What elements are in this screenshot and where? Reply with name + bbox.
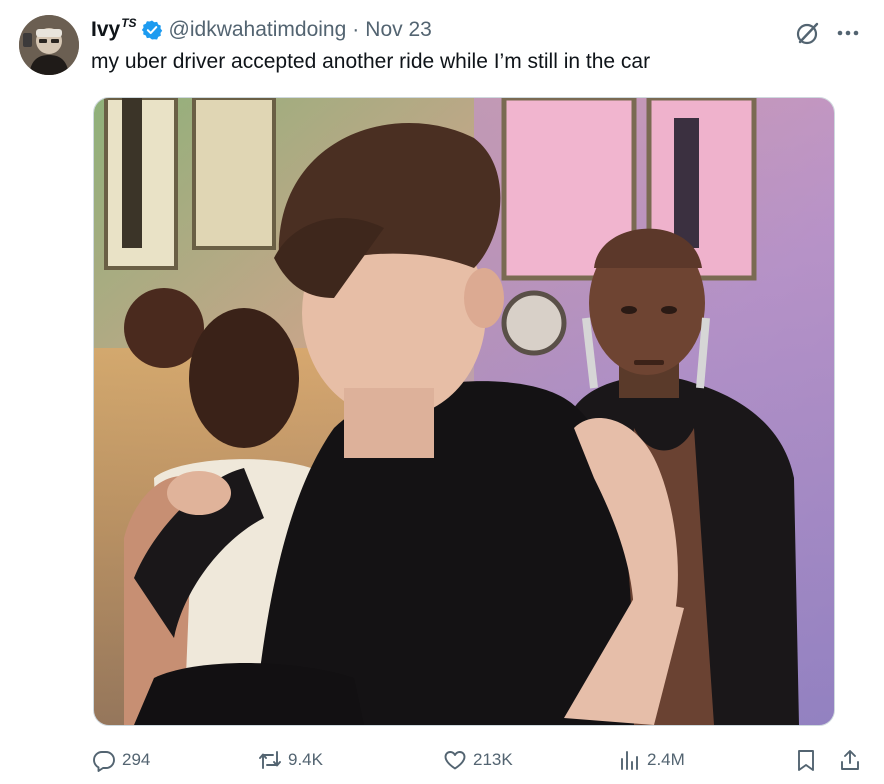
share-button[interactable] [838, 742, 862, 778]
tweet-date[interactable]: Nov 23 [365, 18, 432, 42]
separator-dot: · [352, 18, 360, 41]
bookmark-icon [798, 750, 814, 771]
share-icon [841, 750, 859, 770]
views-button[interactable]: 2.4M [617, 742, 685, 778]
like-count: 213K [473, 750, 513, 769]
tweet-card[interactable]: Ivy TS @idkwahatimdoing · Nov 23 my uber… [0, 0, 884, 784]
tweet-header: Ivy TS @idkwahatimdoing · Nov 23 [91, 16, 432, 44]
avatar[interactable] [19, 15, 79, 75]
reply-button[interactable]: 294 [92, 742, 150, 778]
grok-icon[interactable] [795, 20, 821, 46]
more-icon[interactable] [833, 18, 863, 48]
reply-icon [93, 751, 115, 772]
verified-badge-icon[interactable] [141, 19, 163, 41]
handle[interactable]: @idkwahatimdoing [169, 18, 347, 42]
retweet-button[interactable]: 9.4K [258, 742, 323, 778]
action-bar: 294 9.4K 213K 2.4M [0, 742, 884, 778]
retweet-icon [259, 751, 281, 769]
tweet-text: my uber driver accepted another ride whi… [91, 50, 651, 73]
heart-icon [444, 751, 466, 770]
retweet-count: 9.4K [288, 750, 323, 769]
display-name[interactable]: Ivy [91, 18, 120, 42]
reply-count: 294 [122, 750, 151, 769]
bar-chart-icon [621, 751, 638, 770]
views-count: 2.4M [647, 750, 685, 769]
tweet-photo[interactable] [93, 97, 835, 726]
like-button[interactable]: 213K [443, 742, 513, 778]
name-badge: TS [121, 16, 137, 30]
bookmark-button[interactable] [794, 742, 818, 778]
